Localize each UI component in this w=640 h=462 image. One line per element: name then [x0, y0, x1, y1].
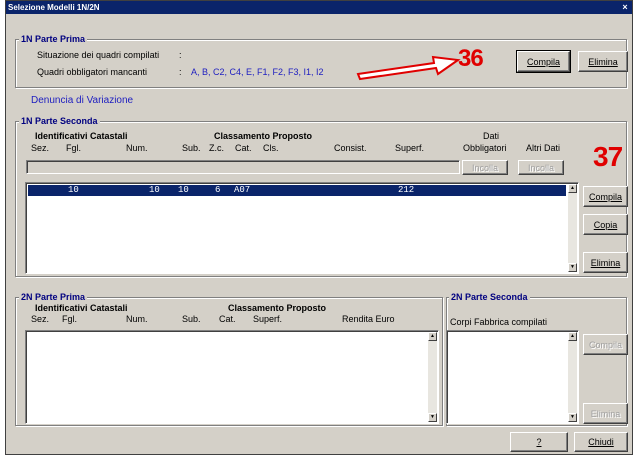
scroll-down-icon[interactable]: ▼: [568, 263, 577, 272]
scroll-up-icon[interactable]: ▲: [428, 332, 437, 341]
compila-1n-seconda-button[interactable]: Compila: [583, 186, 628, 207]
scrollbar-1n-seconda[interactable]: ▲ ▼: [568, 184, 577, 272]
arrow-annotation-icon: [356, 55, 461, 81]
mancanti-value: A, B, C2, C4, E, F1, F2, F3, I1, I2: [191, 67, 324, 77]
col-sez: Sez.: [31, 143, 50, 153]
denuncia-variazione-label: Denuncia di Variazione: [31, 95, 134, 106]
col-cat: Cat.: [235, 143, 252, 153]
col-fgl: Fgl.: [66, 143, 82, 153]
col-2n-superf: Superf.: [253, 314, 283, 324]
group-1n-parte-prima-title: 1N Parte Prima: [19, 34, 88, 44]
scrollbar-2n-seconda[interactable]: ▲ ▼: [568, 332, 577, 422]
elimina-1n-seconda-button[interactable]: Elimina: [583, 252, 628, 273]
col-2n-fgl: Fgl.: [62, 314, 78, 324]
list-1n-seconda[interactable]: 10 10 10 6 A07 212 ▲ ▼: [25, 182, 579, 274]
copia-1n-seconda-button[interactable]: Copia: [583, 214, 628, 235]
col-2n-rendita: Rendita Euro: [342, 314, 395, 324]
hdr-dati: Dati: [483, 131, 500, 141]
cell-zc: 6: [215, 185, 221, 195]
compila-1n-prima-button[interactable]: Compila: [516, 50, 571, 73]
elimina-1n-prima-button[interactable]: Elimina: [578, 51, 628, 72]
elimina-2n-seconda-button[interactable]: Elimina: [583, 403, 628, 424]
col-2n-sub: Sub.: [182, 314, 201, 324]
hdr-identificativi: Identificativi Catastali: [35, 131, 128, 141]
col-sub: Sub.: [182, 143, 201, 153]
col-num: Num.: [126, 143, 148, 153]
group-1n-parte-seconda-title: 1N Parte Seconda: [19, 116, 100, 126]
scroll-down-icon[interactable]: ▼: [428, 413, 437, 422]
situazione-sep: :: [179, 50, 182, 60]
cell-superf: 212: [398, 185, 415, 195]
col-2n-num: Num.: [126, 314, 148, 324]
compila-2n-seconda-button[interactable]: Compila: [583, 334, 628, 355]
scroll-down-icon[interactable]: ▼: [568, 413, 577, 422]
group-2n-parte-seconda-title: 2N Parte Seconda: [449, 292, 530, 302]
annotation-36: 36: [458, 45, 484, 72]
scrollbar-2n-prima[interactable]: ▲ ▼: [428, 332, 437, 422]
close-icon[interactable]: ×: [620, 2, 630, 12]
window: Selezione Modelli 1N/2N × 1N Parte Prima…: [5, 0, 633, 455]
col-obbligatori: Obbligatori: [463, 143, 507, 153]
col-cls: Cls.: [263, 143, 279, 153]
cell-cat: A07: [234, 185, 251, 195]
scroll-up-icon[interactable]: ▲: [568, 332, 577, 341]
incolla-obbligatori-button[interactable]: Incolla: [462, 160, 508, 175]
mancanti-sep: :: [179, 67, 182, 77]
group-2n-parte-prima-title: 2N Parte Prima: [19, 292, 88, 302]
incolla-altri-button[interactable]: Incolla: [518, 160, 564, 175]
list-2n-prima[interactable]: ▲ ▼: [25, 330, 439, 424]
cell-num: 10: [149, 185, 160, 195]
window-title: Selezione Modelli 1N/2N: [8, 3, 100, 12]
corpi-fabbrica-label: Corpi Fabbrica compilati: [450, 317, 548, 327]
cell-fgl: 10: [68, 185, 79, 195]
title-bar: Selezione Modelli 1N/2N ×: [6, 1, 632, 14]
cell-sub: 10: [178, 185, 189, 195]
table-row[interactable]: 10 10 10 6 A07 212: [28, 185, 566, 196]
help-button[interactable]: ?: [510, 432, 568, 452]
scroll-up-icon[interactable]: ▲: [568, 184, 577, 193]
col-2n-cat: Cat.: [219, 314, 236, 324]
hdr-classamento: Classamento Proposto: [214, 131, 313, 141]
hdr-2n-identificativi: Identificativi Catastali: [35, 303, 128, 313]
annotation-37: 37: [593, 141, 623, 172]
col-altri-dati: Altri Dati: [526, 143, 561, 153]
col-2n-sez: Sez.: [31, 314, 50, 324]
col-consist: Consist.: [334, 143, 367, 153]
col-superf: Superf.: [395, 143, 425, 153]
situazione-label: Situazione dei quadri compilati: [37, 50, 160, 60]
mancanti-label: Quadri obbligatori mancanti: [37, 67, 148, 77]
hdr-2n-classamento: Classamento Proposto: [228, 303, 327, 313]
col-zc: Z.c.: [209, 143, 224, 153]
edit-row-bar[interactable]: [26, 160, 460, 174]
list-2n-seconda[interactable]: ▲ ▼: [446, 330, 579, 424]
chiudi-button[interactable]: Chiudi: [574, 432, 628, 452]
